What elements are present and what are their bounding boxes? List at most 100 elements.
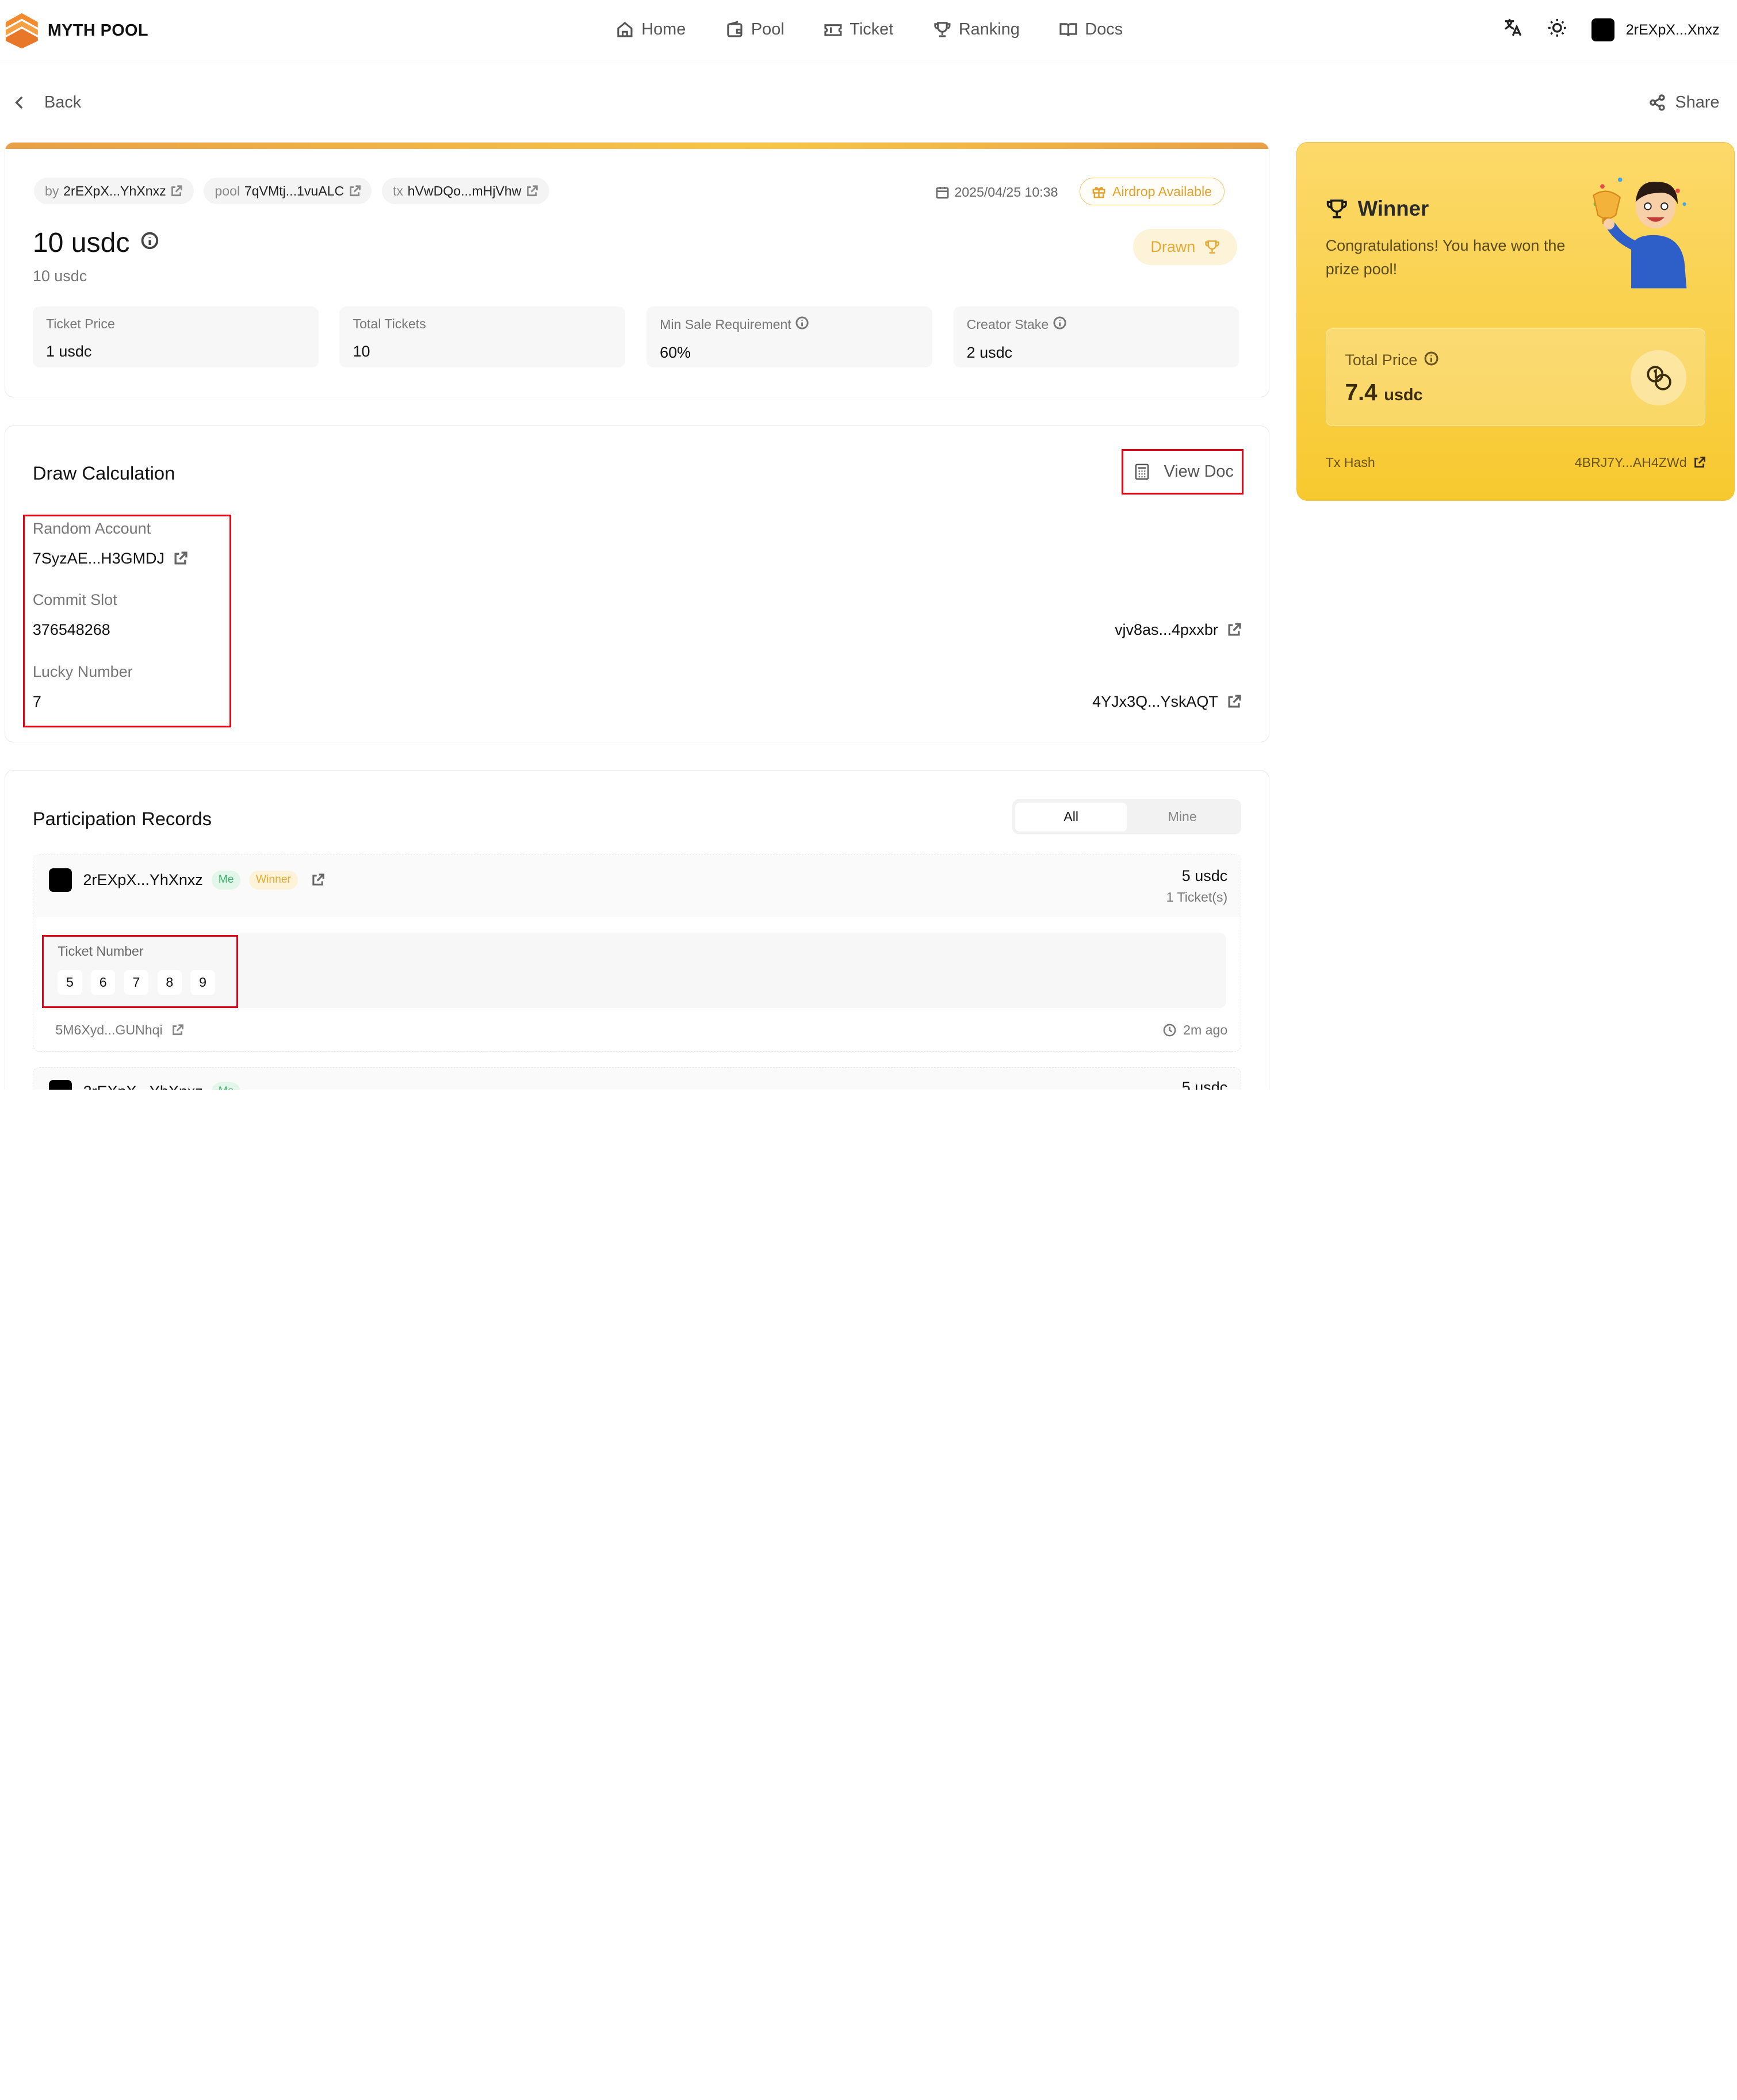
trophy-icon [1204,240,1219,254]
tab-mine[interactable]: Mine [1127,803,1238,831]
external-link-icon [174,551,188,565]
nav-pool[interactable]: Pool [726,20,785,39]
share-icon [1650,94,1665,111]
stat-total-tickets: Total Tickets 10 [339,306,626,367]
book-icon [1059,22,1077,37]
lucky-number-tx: 4YJx3Q...YskAQT [1092,692,1218,710]
tx-chip-value: hVwDQo...mHjVhw [407,183,522,198]
nav-home[interactable]: Home [616,20,686,39]
stat-label: Creator Stake [966,316,1049,332]
creator-chip[interactable]: by 2rEXpX...YhXnxz [33,178,194,205]
back-label: Back [44,93,82,112]
random-account-label: Random Account [32,520,151,538]
translate-icon[interactable] [1503,18,1523,43]
ticket-number: 9 [190,970,215,995]
record-ticket-count: 1 Ticket(s) [1166,889,1228,905]
brand-logo[interactable]: MYTH POOL [5,12,148,49]
coins-badge [1631,350,1686,406]
total-prize-label-row: Total Price [1345,351,1438,370]
record-amount: 5 usdc [1181,867,1228,885]
winner-tx-value: 4BRJ7Y...AH4ZWd [1574,454,1687,470]
external-link-icon[interactable] [311,873,324,887]
external-link-icon [173,1024,183,1035]
stat-label: Min Sale Requirement [660,316,791,332]
participant-info: 2rEXpX...YhXnxz Me [83,1082,241,1090]
ticket-number: 6 [91,970,116,995]
tx-chip[interactable]: tx hVwDQo...mHjVhw [381,178,549,205]
stat-value: 60% [660,344,691,362]
share-button[interactable]: Share [1648,93,1719,112]
commit-slot-tx-link[interactable]: vjv8as...4pxxbr [1115,621,1241,639]
stat-label: Total Tickets [353,316,426,331]
stat-ticket-price: Ticket Price 1 usdc [32,306,319,367]
winner-tx-link[interactable]: 4BRJ7Y...AH4ZWd [1575,455,1706,470]
total-prize-label: Total Price [1345,351,1418,369]
total-prize-unit: usdc [1384,385,1423,404]
winner-character-illustration [1593,178,1687,289]
random-account-link[interactable]: 7SyzAE...H3GMDJ [33,550,188,568]
gift-icon [1092,186,1105,198]
coins-icon [1646,366,1671,390]
info-icon[interactable] [141,232,159,254]
ticket-icon [824,24,842,36]
ticket-number: 8 [157,970,182,995]
records-filter-tabs: All Mine [1012,799,1242,835]
wallet-icon [726,21,743,37]
participation-records-card: Participation Records All Mine 2rEXpX...… [4,769,1270,1090]
draw-calculation-card: Draw Calculation View Doc Random Account… [4,425,1270,742]
nav-home-label: Home [641,20,686,39]
external-link-icon [527,185,538,196]
external-link-icon [1228,623,1241,636]
top-header: MYTH POOL Home Pool Ticket Ranking Docs [0,0,1737,63]
view-doc-button[interactable]: View Doc [1135,462,1234,481]
participant-address: 2rEXpX...YhXnxz [83,1083,203,1090]
commit-slot-value: 376548268 [32,620,110,638]
theme-sun-icon[interactable] [1547,18,1567,43]
pool-chip[interactable]: pool 7qVMtj...1vuALC [204,178,372,205]
record-time-text: 2m ago [1183,1022,1228,1037]
trophy-icon [1326,199,1347,219]
card-accent-bar [5,142,1269,150]
stat-value: 2 usdc [966,344,1013,362]
nav-ticket-label: Ticket [850,20,894,39]
nav-ticket[interactable]: Ticket [824,20,893,39]
external-link-icon [171,185,183,196]
back-button[interactable]: Back [11,93,81,112]
record-tx-link[interactable]: 5M6Xyd...GUNhqi [55,1022,183,1038]
participant-avatar [48,868,72,892]
info-icon[interactable] [795,316,809,333]
stat-creator-stake: Creator Stake 2 usdc [953,306,1239,367]
lucky-number-tx-link[interactable]: 4YJx3Q...YskAQT [1092,693,1241,711]
info-icon[interactable] [1053,316,1066,333]
info-icon[interactable] [1424,351,1438,370]
creator-chip-value: 2rEXpX...YhXnxz [63,183,166,198]
tab-all[interactable]: All [1015,802,1127,831]
wallet-button[interactable]: 2rEXpX...Xnxz [1591,18,1719,42]
participant-info: 2rEXpX...YhXnxz Me Winner [83,871,324,890]
pool-chip-value: 7qVMtj...1vuALC [244,183,345,198]
wallet-avatar [1591,18,1615,42]
draw-title: Draw Calculation [32,462,175,484]
nav-ranking[interactable]: Ranking [933,20,1020,39]
status-label: Drawn [1150,238,1196,256]
me-badge: Me [212,871,241,890]
brand-name: MYTH POOL [47,21,148,40]
stat-value: 1 usdc [45,343,92,361]
chevron-left-icon [15,96,23,109]
clock-icon [1164,1024,1176,1037]
pool-amount: 10 usdc [33,227,159,259]
record-item: 2rEXpX...YhXnxz Me 5 usdc [32,1067,1242,1090]
airdrop-badge[interactable]: Airdrop Available [1080,178,1225,206]
total-prize-amount: 7.4 usdc [1345,379,1422,406]
stat-label: Ticket Price [45,316,115,331]
commit-slot-tx: vjv8as...4pxxbr [1115,620,1218,638]
external-link-icon [1228,695,1241,708]
pool-sub-amount: 10 usdc [32,267,87,285]
airdrop-label: Airdrop Available [1112,183,1212,199]
participant-address: 2rEXpX...YhXnxz [83,871,203,888]
stat-value: 10 [353,343,370,361]
record-amount: 5 usdc [1181,1079,1228,1090]
me-badge: Me [212,1082,241,1090]
nav-docs[interactable]: Docs [1059,20,1123,39]
status-badge: Drawn [1133,228,1238,266]
